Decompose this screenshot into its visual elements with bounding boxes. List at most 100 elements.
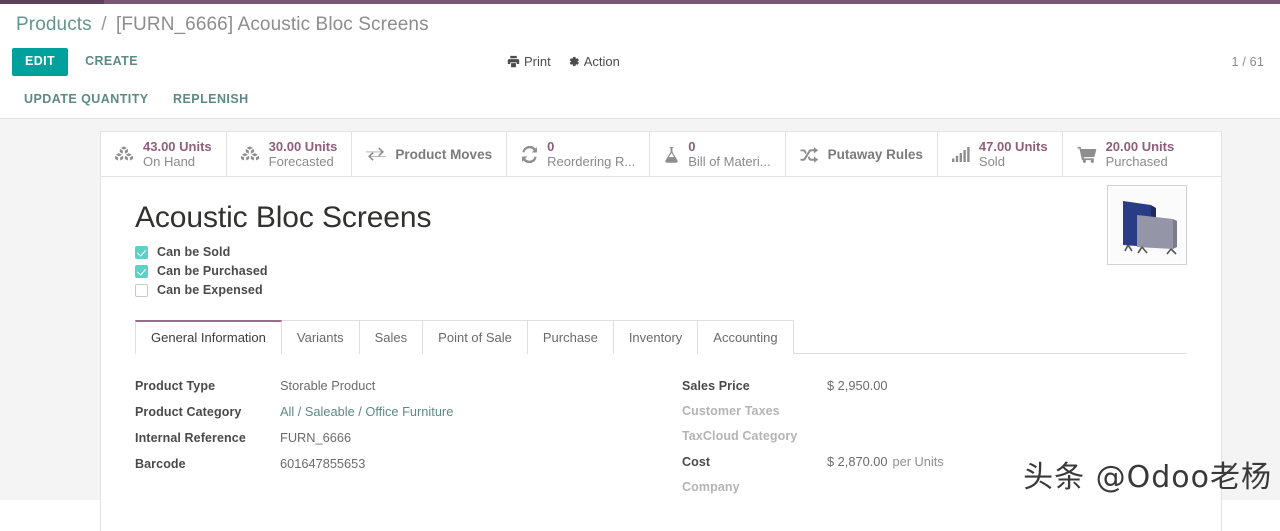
print-menu[interactable]: Print bbox=[507, 54, 551, 69]
tab-sales[interactable]: Sales bbox=[359, 320, 424, 354]
create-button[interactable]: CREATE bbox=[74, 48, 149, 76]
field-label: TaxCloud Category bbox=[682, 429, 827, 443]
product-form-sheet: 43.00 Units On Hand 30.00 Units Forecast… bbox=[100, 131, 1222, 531]
form-column-left: Product Type Storable Product Product Ca… bbox=[135, 378, 661, 505]
shuffle-icon bbox=[800, 147, 819, 163]
stat-button-on-hand[interactable]: 43.00 Units On Hand bbox=[101, 132, 227, 177]
can-be-sold-label: Can be Sold bbox=[157, 245, 230, 259]
stat-button-sold[interactable]: 47.00 Units Sold bbox=[938, 132, 1063, 177]
field-taxcloud-category: TaxCloud Category bbox=[682, 429, 1187, 443]
breadcrumb-separator: / bbox=[96, 14, 111, 35]
field-value[interactable]: FURN_6666 bbox=[280, 430, 351, 445]
cubes-icon bbox=[241, 146, 260, 163]
notebook-tab-list: General Information Variants Sales Point… bbox=[135, 319, 1187, 354]
tab-accounting[interactable]: Accounting bbox=[697, 320, 793, 354]
field-value[interactable]: All / Saleable / Office Furniture bbox=[280, 404, 453, 419]
exchange-arrows-icon bbox=[366, 147, 386, 162]
flask-icon bbox=[664, 146, 679, 163]
field-label: Barcode bbox=[135, 457, 280, 471]
can-be-purchased-label: Can be Purchased bbox=[157, 264, 268, 278]
field-label: Sales Price bbox=[682, 379, 827, 393]
tab-point-of-sale[interactable]: Point of Sale bbox=[422, 320, 528, 354]
field-value[interactable]: $ 2,870.00 bbox=[827, 454, 888, 469]
field-internal-reference: Internal Reference FURN_6666 bbox=[135, 430, 661, 445]
stat-value: 47.00 Units bbox=[979, 140, 1048, 155]
breadcrumb-current-record: [FURN_6666] Acoustic Bloc Screens bbox=[116, 14, 429, 35]
tab-purchase[interactable]: Purchase bbox=[527, 320, 614, 354]
page-title: Acoustic Bloc Screens bbox=[135, 201, 1187, 235]
stat-label: Putaway Rules bbox=[828, 147, 923, 162]
stat-value: 43.00 Units bbox=[143, 140, 212, 155]
secondary-button-bar: UPDATE QUANTITY REPLENISH bbox=[0, 81, 1280, 119]
notebook: General Information Variants Sales Point… bbox=[135, 319, 1187, 505]
shopping-cart-icon bbox=[1077, 146, 1097, 163]
can-be-expensed-checkbox[interactable] bbox=[135, 284, 148, 297]
refresh-icon bbox=[521, 146, 538, 163]
field-value[interactable]: 601647855653 bbox=[280, 456, 365, 471]
edit-button[interactable]: EDIT bbox=[12, 48, 68, 76]
field-sales-price: Sales Price $ 2,950.00 bbox=[682, 378, 1187, 393]
product-image[interactable] bbox=[1107, 185, 1187, 265]
breadcrumb: Products / [FURN_6666] Acoustic Bloc Scr… bbox=[0, 4, 1280, 44]
printer-icon bbox=[507, 55, 520, 68]
stat-label: Product Moves bbox=[395, 147, 492, 162]
sheet-content: Acoustic Bloc Screens Can be Sold Can be… bbox=[101, 177, 1221, 505]
stat-label: Reordering R... bbox=[547, 155, 635, 170]
stat-label: Sold bbox=[979, 155, 1048, 170]
pager-counter[interactable]: 1 / 61 bbox=[1232, 55, 1264, 69]
control-panel: EDIT CREATE Print Action 1 / 61 bbox=[0, 44, 1280, 81]
field-product-type: Product Type Storable Product bbox=[135, 378, 661, 393]
field-label: Cost bbox=[682, 455, 827, 469]
stat-button-product-moves[interactable]: Product Moves bbox=[352, 132, 507, 177]
breadcrumb-root-products[interactable]: Products bbox=[16, 14, 92, 35]
field-product-category: Product Category All / Saleable / Office… bbox=[135, 404, 661, 419]
can-be-sold-checkbox[interactable] bbox=[135, 246, 148, 259]
stat-label: On Hand bbox=[143, 155, 212, 170]
stat-button-bill-of-materials[interactable]: 0 Bill of Materi... bbox=[650, 132, 785, 177]
stat-button-box: 43.00 Units On Hand 30.00 Units Forecast… bbox=[101, 132, 1221, 177]
field-label: Customer Taxes bbox=[682, 404, 827, 418]
field-label: Product Type bbox=[135, 379, 280, 393]
stat-label: Bill of Materi... bbox=[688, 155, 770, 170]
form-view-background: 43.00 Units On Hand 30.00 Units Forecast… bbox=[0, 119, 1280, 500]
stat-button-putaway-rules[interactable]: Putaway Rules bbox=[786, 132, 938, 177]
field-barcode: Barcode 601647855653 bbox=[135, 456, 661, 471]
stat-value: 0 bbox=[688, 140, 770, 155]
stat-value: 30.00 Units bbox=[269, 140, 338, 155]
field-label: Company bbox=[682, 480, 827, 494]
tab-inventory[interactable]: Inventory bbox=[613, 320, 698, 354]
stat-button-purchased[interactable]: 20.00 Units Purchased bbox=[1063, 132, 1189, 177]
can-be-purchased-row: Can be Purchased bbox=[135, 264, 1187, 278]
can-be-sold-row: Can be Sold bbox=[135, 245, 1187, 259]
form-column-right: Sales Price $ 2,950.00 Customer Taxes Ta… bbox=[661, 378, 1187, 505]
replenish-button[interactable]: REPLENISH bbox=[163, 81, 259, 116]
can-be-purchased-checkbox[interactable] bbox=[135, 265, 148, 278]
field-label: Internal Reference bbox=[135, 431, 280, 445]
stat-value: 0 bbox=[547, 140, 635, 155]
field-value[interactable]: Storable Product bbox=[280, 378, 375, 393]
stat-button-forecasted[interactable]: 30.00 Units Forecasted bbox=[227, 132, 353, 177]
signal-bars-icon bbox=[952, 147, 970, 162]
stat-label: Purchased bbox=[1106, 155, 1175, 170]
field-label: Product Category bbox=[135, 405, 280, 419]
can-be-expensed-row: Can be Expensed bbox=[135, 283, 1187, 297]
control-panel-center-actions: Print Action bbox=[507, 54, 620, 69]
print-label: Print bbox=[524, 54, 551, 69]
tab-variants[interactable]: Variants bbox=[281, 320, 360, 354]
field-value[interactable]: $ 2,950.00 bbox=[827, 378, 888, 393]
stat-value: 20.00 Units bbox=[1106, 140, 1175, 155]
stat-button-reordering-rules[interactable]: 0 Reordering R... bbox=[507, 132, 650, 177]
field-cost: Cost $ 2,870.00 per Units bbox=[682, 454, 1187, 469]
update-quantity-button[interactable]: UPDATE QUANTITY bbox=[14, 81, 159, 116]
gear-icon bbox=[567, 55, 580, 68]
field-value-suffix: per Units bbox=[893, 454, 944, 469]
general-information-form: Product Type Storable Product Product Ca… bbox=[135, 354, 1187, 505]
tab-general-information[interactable]: General Information bbox=[135, 320, 282, 354]
action-menu[interactable]: Action bbox=[567, 54, 620, 69]
stat-label: Forecasted bbox=[269, 155, 338, 170]
cubes-icon bbox=[115, 146, 134, 163]
can-be-expensed-label: Can be Expensed bbox=[157, 283, 263, 297]
field-customer-taxes: Customer Taxes bbox=[682, 404, 1187, 418]
record-action-buttons: EDIT CREATE bbox=[12, 48, 149, 76]
action-label: Action bbox=[584, 54, 620, 69]
